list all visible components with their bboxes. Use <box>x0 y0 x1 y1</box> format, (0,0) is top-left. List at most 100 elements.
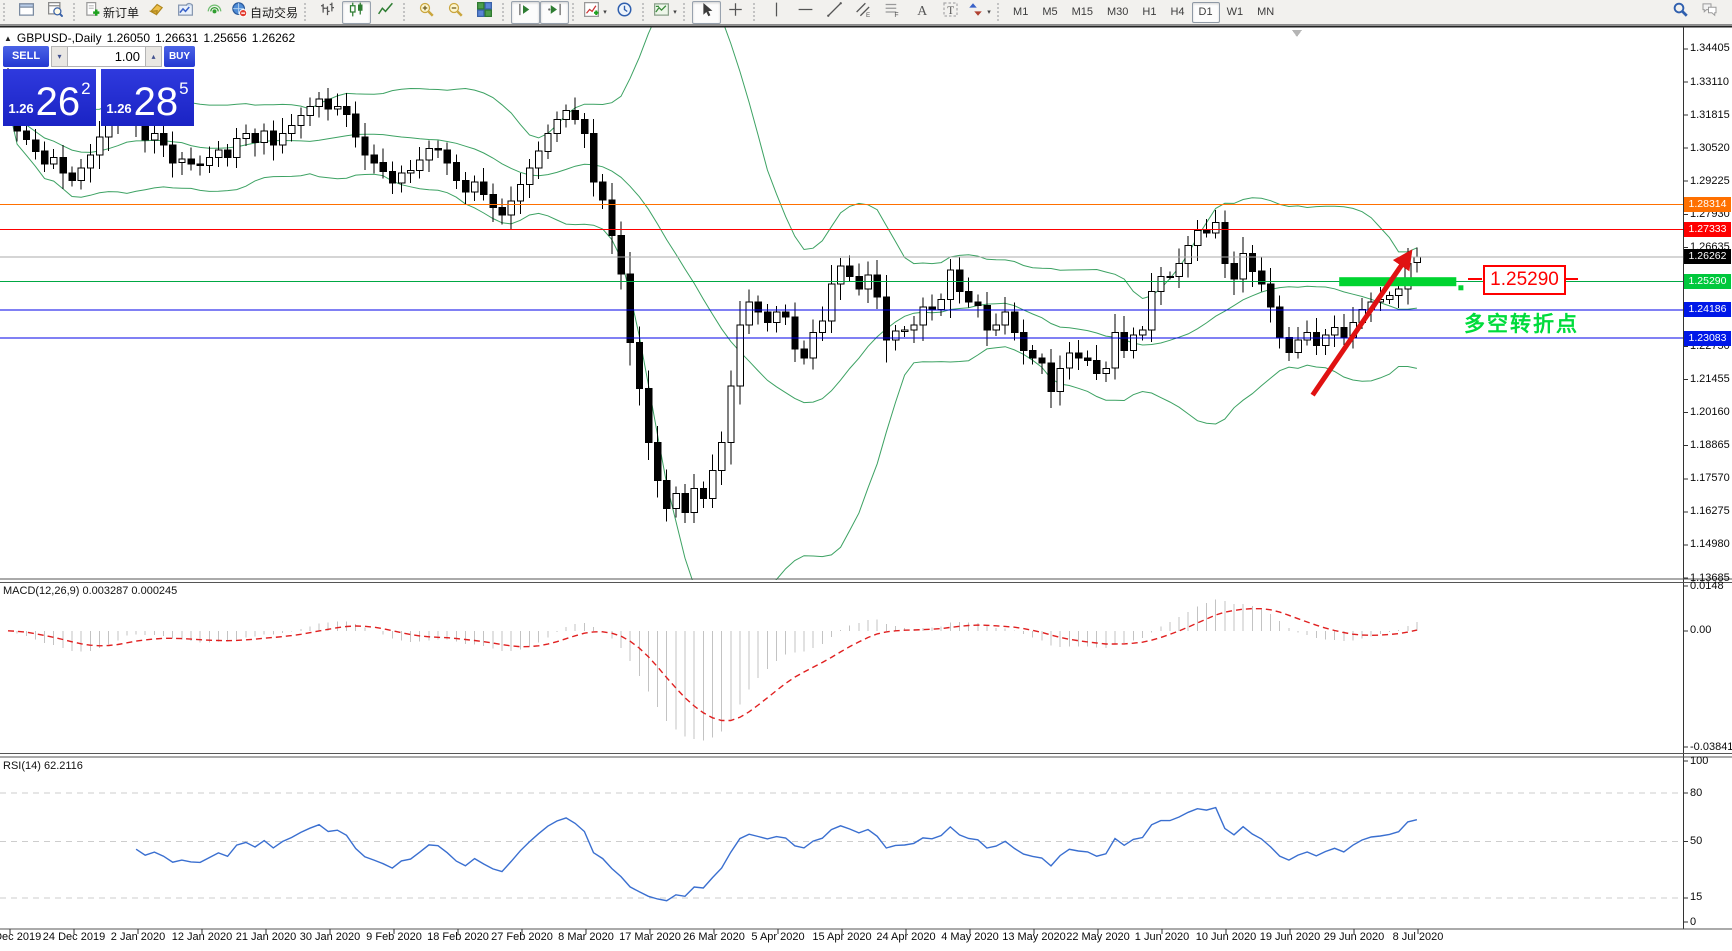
date-label: 4 May 2020 <box>941 931 999 943</box>
history-center-button[interactable] <box>142 1 171 24</box>
lot-decrease-button[interactable]: ▾ <box>51 46 68 67</box>
toolbar-separator <box>642 3 647 21</box>
sell-button[interactable]: SELL <box>3 46 49 67</box>
timeframe-d1-button[interactable]: D1 <box>1191 1 1220 23</box>
candle-chart-icon <box>349 2 364 22</box>
lot-size-input[interactable] <box>68 46 145 67</box>
date-label: 30 Jan 2020 <box>299 931 361 943</box>
arrows-tool-button[interactable]: ▾ <box>965 1 994 24</box>
toolbar-separator <box>73 3 78 21</box>
date-label: 12 Jan 2020 <box>171 931 233 943</box>
new-order-button-label: 新订单 <box>103 5 140 20</box>
rsi-tick-label: 100 <box>1690 754 1709 767</box>
channel-tool-button[interactable]: E <box>849 1 878 24</box>
rsi-tick-label: 0 <box>1690 915 1697 928</box>
chart-canvas[interactable] <box>0 0 1732 951</box>
chart-shift-button[interactable] <box>540 0 570 24</box>
zoom-out-button[interactable] <box>441 1 470 24</box>
sell-price-tile[interactable]: 1.26 26 2 <box>3 69 96 126</box>
date-label: 2 Jan 2020 <box>110 931 166 943</box>
zoom-in-icon <box>419 2 434 22</box>
search-button[interactable] <box>1666 1 1695 24</box>
charts-button[interactable] <box>171 1 200 24</box>
timeframe-m15-button[interactable]: M15 <box>1065 2 1100 23</box>
line-chart-button[interactable] <box>371 1 400 24</box>
hline-icon <box>798 2 813 22</box>
date-label: 9 Feb 2020 <box>366 931 422 943</box>
timeframe-mn-button[interactable]: MN <box>1250 2 1281 23</box>
date-label: 24 Apr 2020 <box>876 931 936 943</box>
cursor-tool-button[interactable] <box>692 0 722 24</box>
sell-price-big: 26 <box>35 80 81 125</box>
toolbar-separator <box>753 3 758 21</box>
add-indicator-button[interactable]: ▾ <box>581 1 610 24</box>
price-badge: 1.28314 <box>1684 197 1731 212</box>
horizontal-line-tool-button[interactable] <box>791 1 820 24</box>
tile-windows-button[interactable] <box>470 1 499 24</box>
template-button[interactable]: ▾ <box>651 1 680 24</box>
price-badge: 1.26262 <box>1684 249 1731 265</box>
text-label-tool-button[interactable]: T <box>936 1 965 24</box>
trendline-tool-button[interactable] <box>820 1 849 24</box>
bar-chart-button[interactable] <box>313 1 342 24</box>
date-label: 10 Jun 2020 <box>1195 931 1257 943</box>
toolbar-separator <box>502 3 507 21</box>
timeframe-m5-button[interactable]: M5 <box>1035 2 1064 23</box>
timeframe-m30-button[interactable]: M30 <box>1100 2 1135 23</box>
new-chart-window-button[interactable] <box>12 1 41 24</box>
crosshair-tool-button[interactable] <box>721 1 750 24</box>
sell-price-pip: 2 <box>81 79 91 98</box>
symbol-name: GBPUSD-,Daily <box>16 31 102 45</box>
price-tick-label: 1.34405 <box>1690 42 1730 55</box>
community-chat-button[interactable] <box>1695 1 1724 24</box>
chevron-down-icon: ▾ <box>673 9 677 16</box>
vertical-line-tool-button[interactable] <box>762 1 791 24</box>
new-order-button[interactable]: 新订单 <box>82 1 142 24</box>
channel-icon: E <box>856 2 871 22</box>
toolbar-separator <box>683 3 688 21</box>
fibonacci-tool-button[interactable]: F <box>878 1 907 24</box>
auto-scroll-button[interactable] <box>511 0 541 24</box>
signals-button[interactable] <box>200 1 229 24</box>
timeframe-h1-button[interactable]: H1 <box>1135 2 1163 23</box>
price-level-label-box: 1.25290 <box>1483 265 1566 295</box>
auto-trading-button-label: 自动交易 <box>250 5 299 20</box>
price-badge: 1.23083 <box>1684 330 1731 346</box>
svg-text:E: E <box>866 12 870 17</box>
timeframe-w1-button[interactable]: W1 <box>1220 2 1251 23</box>
buy-button[interactable]: BUY <box>164 46 195 67</box>
market-watch-button[interactable] <box>41 1 70 24</box>
buy-price-tile[interactable]: 1.26 28 5 <box>101 69 194 126</box>
market-watch-icon <box>48 2 64 22</box>
period-clock-button[interactable] <box>610 1 639 24</box>
zoom-in-button[interactable] <box>412 1 441 24</box>
candlestick-chart-button[interactable] <box>342 0 372 24</box>
svg-text:A: A <box>917 3 927 17</box>
rsi-tick-label: 15 <box>1690 891 1703 904</box>
timeframe-h4-button[interactable]: H4 <box>1163 2 1191 23</box>
ohlc-high: 1.26631 <box>155 31 199 45</box>
chart-cloud-icon <box>178 2 194 22</box>
green-highlight-bar <box>1339 277 1457 287</box>
price-tick-label: 1.17570 <box>1690 472 1730 485</box>
gold-icon <box>148 2 164 22</box>
tile-windows-icon <box>477 2 493 22</box>
zoom-out-icon <box>448 2 463 22</box>
price-tick-label: 1.33110 <box>1690 75 1729 88</box>
text-tool-button[interactable]: A <box>907 1 936 24</box>
signal-icon <box>207 2 222 22</box>
buy-price-small: 1.26 <box>106 101 132 116</box>
chart-shift-icon <box>547 2 562 22</box>
date-label: 1 Jun 2020 <box>1134 931 1190 943</box>
auto-trading-button[interactable]: 自动交易 <box>229 1 301 24</box>
indicators-icon <box>584 2 600 22</box>
timeframe-m1-button[interactable]: M1 <box>1006 2 1035 23</box>
lot-increase-button[interactable]: ▴ <box>145 46 162 67</box>
macd-tick-label: 0.0148 <box>1690 579 1724 592</box>
buy-price-pip: 5 <box>179 79 189 98</box>
date-label: 13 May 2020 <box>1002 931 1066 943</box>
arrows-icon <box>968 2 983 22</box>
chevron-down-icon: ▾ <box>603 9 607 16</box>
text-a-icon: A <box>914 2 929 22</box>
mt4-window: { "toolbar": { "groups": [ {"items":[{"i… <box>0 0 1732 946</box>
